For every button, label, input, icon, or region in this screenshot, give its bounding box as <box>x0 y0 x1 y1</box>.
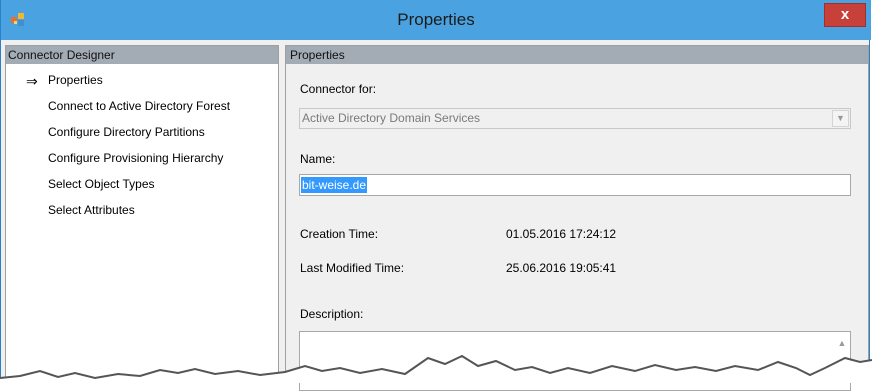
chevron-down-icon: ▼ <box>832 110 849 127</box>
properties-window: Properties x Connector Designer ⇒ Proper… <box>0 0 871 391</box>
creation-time-value: 01.05.2016 17:24:12 <box>506 227 617 241</box>
nav-item-object-types[interactable]: Select Object Types <box>48 177 155 191</box>
name-label: Name: <box>300 152 336 166</box>
arrow-right-icon: ⇒ <box>26 73 38 89</box>
properties-pane: Properties Connector for: Active Directo… <box>285 45 869 391</box>
nav-item-properties[interactable]: Properties <box>48 73 103 87</box>
torn-edge <box>0 354 872 383</box>
name-field[interactable]: bit-weise.de <box>299 174 851 196</box>
connector-designer-header: Connector Designer <box>6 46 278 64</box>
last-modified-label: Last Modified Time: <box>300 261 405 275</box>
connector-for-value: Active Directory Domain Services <box>302 111 481 125</box>
nav-item-attributes[interactable]: Select Attributes <box>48 203 135 217</box>
description-label: Description: <box>300 307 364 321</box>
close-button[interactable]: x <box>824 3 866 27</box>
last-modified-value: 25.06.2016 19:05:41 <box>506 261 617 275</box>
title-bar[interactable]: Properties x <box>1 0 871 40</box>
nav-item-connect-forest[interactable]: Connect to Active Directory Forest <box>48 99 230 113</box>
connector-designer-pane: Connector Designer ⇒ Properties Connect … <box>5 45 279 383</box>
connector-for-label: Connector for: <box>300 82 377 96</box>
nav-item-provisioning-hierarchy[interactable]: Configure Provisioning Hierarchy <box>48 151 223 165</box>
window-title: Properties <box>397 10 475 29</box>
connector-for-select: Active Directory Domain Services ▼ <box>299 108 851 129</box>
creation-time-label: Creation Time: <box>300 227 379 241</box>
nav-item-directory-partitions[interactable]: Configure Directory Partitions <box>48 125 205 139</box>
properties-header: Properties <box>286 46 868 64</box>
close-icon: x <box>840 6 850 23</box>
name-value: bit-weise.de <box>301 177 368 193</box>
